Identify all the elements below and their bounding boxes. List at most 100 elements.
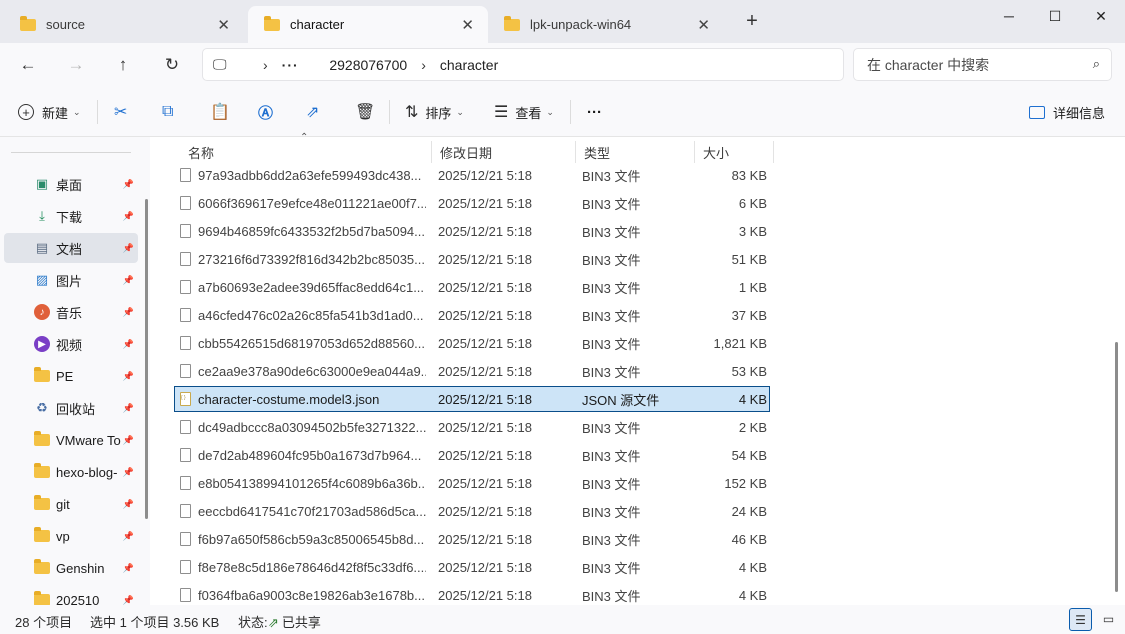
sidebar-item[interactable]: ▶ 视频 📌 bbox=[4, 329, 138, 359]
tab-lpk-unpack-win64[interactable]: lpk-unpack-win64 ✕ bbox=[488, 6, 724, 43]
file-row[interactable]: cbb55426515d68197053d652d88560... 2025/12… bbox=[174, 330, 770, 356]
search-input[interactable]: 在 character 中搜索 bbox=[867, 55, 989, 75]
sidebar-item[interactable]: PE 📌 bbox=[4, 361, 138, 391]
sort-button[interactable]: ⇅ 排序 ⌄ bbox=[405, 87, 464, 137]
file-name: eeccbd6417541c70f21703ad586d5ca... bbox=[198, 503, 426, 519]
tab-source[interactable]: source ✕ bbox=[4, 6, 244, 43]
pin-icon[interactable]: 📌 bbox=[123, 179, 134, 190]
column-header-size[interactable]: 大小 bbox=[694, 141, 774, 163]
sidebar-item[interactable]: ♻ 回收站 📌 bbox=[4, 393, 138, 423]
refresh-button[interactable]: ↻ bbox=[159, 53, 185, 77]
pin-icon[interactable]: 📌 bbox=[123, 499, 134, 510]
column-header-type[interactable]: 类型 bbox=[575, 141, 694, 163]
forward-button[interactable]: → bbox=[63, 53, 89, 77]
sidebar-item-label: 图片 bbox=[56, 273, 83, 289]
pin-icon[interactable]: 📌 bbox=[123, 595, 134, 606]
file-row[interactable]: f6b97a650f586cb59a3c85006545b8d... 2025/1… bbox=[174, 526, 770, 552]
copy-button[interactable]: ⧉ bbox=[162, 87, 173, 137]
file-date: 2025/12/21 5:18 bbox=[438, 167, 532, 183]
pin-icon[interactable]: 📌 bbox=[123, 403, 134, 414]
search-icon[interactable]: ⌕ bbox=[1093, 56, 1100, 72]
sidebar-item[interactable]: vp 📌 bbox=[4, 521, 138, 551]
pin-icon[interactable]: 📌 bbox=[123, 563, 134, 574]
share-button[interactable]: ⇗ bbox=[306, 87, 319, 137]
more-button[interactable]: ··· bbox=[587, 87, 602, 137]
cut-button[interactable]: ✂ bbox=[114, 87, 127, 137]
column-header-name[interactable]: 名称 bbox=[180, 141, 432, 163]
search-box[interactable]: 在 character 中搜索 ⌕ bbox=[853, 48, 1112, 81]
file-row[interactable]: 273216f6d73392f816d342b2bc85035... 2025/1… bbox=[174, 246, 770, 272]
file-row[interactable]: ce2aa9e378a90de6c63000e9ea044a9... 2025/1… bbox=[174, 358, 770, 384]
file-size: 54 KB bbox=[731, 447, 767, 463]
new-tab-button[interactable]: + bbox=[740, 10, 764, 33]
file-row[interactable]: 9694b46859fc6433532f2b5d7ba5094... 2025/1… bbox=[174, 218, 770, 244]
breadcrumb-segment[interactable]: character bbox=[440, 57, 498, 73]
delete-button[interactable]: 🗑 bbox=[355, 87, 375, 137]
pin-icon[interactable]: 📌 bbox=[123, 243, 134, 254]
file-row[interactable]: 97a93adbb6dd2a63efe599493dc438... 2025/12… bbox=[174, 162, 770, 188]
sidebar-item[interactable]: ▤ 文档 📌 bbox=[4, 233, 138, 263]
computer-icon[interactable]: 🖵 bbox=[213, 56, 231, 73]
file-size: 53 KB bbox=[731, 363, 767, 379]
pin-icon[interactable]: 📌 bbox=[123, 371, 134, 382]
file-size: 2 KB bbox=[738, 419, 767, 435]
sidebar-item[interactable]: hexo-blog- 📌 bbox=[4, 457, 138, 487]
file-type: JSON 源文件 bbox=[582, 392, 660, 408]
sort-icon: ⇅ bbox=[405, 104, 419, 121]
pin-icon[interactable]: 📌 bbox=[123, 307, 134, 318]
file-row[interactable]: a46cfed476c02a26c85fa541b3d1ad0... 2025/1… bbox=[174, 302, 770, 328]
close-icon[interactable]: ✕ bbox=[697, 16, 710, 34]
sidebar-item[interactable]: ▣ 桌面 📌 bbox=[4, 169, 138, 199]
sidebar-item[interactable]: ⤓ 下载 📌 bbox=[4, 201, 138, 231]
pin-icon[interactable]: 📌 bbox=[123, 467, 134, 478]
sidebar-scrollbar[interactable] bbox=[145, 199, 148, 519]
minimize-button[interactable]: ─ bbox=[986, 4, 1032, 28]
pin-icon[interactable]: 📌 bbox=[123, 211, 134, 222]
file-list-scrollbar[interactable] bbox=[1115, 342, 1118, 592]
pin-icon[interactable]: 📌 bbox=[123, 435, 134, 446]
pin-icon[interactable]: 📌 bbox=[123, 339, 134, 350]
rename-button[interactable]: Ⓐ bbox=[258, 87, 273, 137]
column-header-date[interactable]: 修改日期 bbox=[431, 141, 575, 163]
file-icon bbox=[180, 252, 191, 266]
paste-button[interactable]: 📋 bbox=[210, 87, 230, 137]
sidebar-item[interactable]: ♪ 音乐 📌 bbox=[4, 297, 138, 327]
up-button[interactable]: ↑ bbox=[110, 53, 136, 77]
sidebar-item[interactable]: VMware To 📌 bbox=[4, 425, 138, 455]
breadcrumb-segment[interactable]: 2928076700 bbox=[329, 57, 407, 73]
pin-icon[interactable]: 📌 bbox=[123, 531, 134, 542]
sidebar-item[interactable]: 202510 📌 bbox=[4, 585, 138, 605]
tiles-view-button[interactable]: ▭ bbox=[1097, 608, 1120, 631]
file-type: BIN3 文件 bbox=[582, 336, 641, 352]
breadcrumb-overflow[interactable]: ··· bbox=[282, 57, 299, 73]
file-row[interactable]: f8e78e8c5d186e78646d42f8f5c33df6.... 2025… bbox=[174, 554, 770, 580]
file-row[interactable]: a7b60693e2adee39d65ffac8edd64c1... 2025/1… bbox=[174, 274, 770, 300]
file-row[interactable]: dc49adbccc8a03094502b5fe3271322... 2025/1… bbox=[174, 414, 770, 440]
close-icon[interactable]: ✕ bbox=[217, 16, 230, 34]
file-row[interactable]: character-costume.model3.json 2025/12/21 … bbox=[174, 386, 770, 412]
file-row[interactable]: 6066f369617e9efce48e011221ae00f7.... 2025… bbox=[174, 190, 770, 216]
new-button[interactable]: + 新建 ⌄ bbox=[18, 87, 81, 137]
file-date: 2025/12/21 5:18 bbox=[438, 531, 532, 547]
pin-icon[interactable]: 📌 bbox=[123, 275, 134, 286]
chevron-right-icon[interactable]: › bbox=[263, 57, 268, 73]
details-pane-button[interactable]: 详细信息 bbox=[1029, 87, 1105, 137]
file-row[interactable]: e8b054138994101265f4c6089b6a36b... 2025/1… bbox=[174, 470, 770, 496]
maximize-button[interactable]: ☐ bbox=[1032, 4, 1078, 28]
file-row[interactable]: eeccbd6417541c70f21703ad586d5ca... 2025/1… bbox=[174, 498, 770, 524]
sidebar-item-label: Genshin bbox=[56, 560, 105, 576]
close-window-button[interactable]: ✕ bbox=[1078, 4, 1124, 28]
close-icon[interactable]: ✕ bbox=[461, 16, 474, 34]
view-button[interactable]: ☰ 查看 ⌄ bbox=[494, 87, 554, 137]
sidebar-item[interactable]: Genshin 📌 bbox=[4, 553, 138, 583]
back-button[interactable]: ← bbox=[15, 53, 41, 77]
sidebar-item[interactable]: ▨ 图片 📌 bbox=[4, 265, 138, 295]
tab-character[interactable]: character ✕ bbox=[248, 6, 488, 43]
file-row[interactable]: de7d2ab489604fc95b0a1673d7b964... 2025/12… bbox=[174, 442, 770, 468]
address-bar[interactable]: 🖵 › ··· › 2928076700 › character bbox=[202, 48, 844, 81]
details-view-button[interactable]: ☰ bbox=[1069, 608, 1092, 631]
chevron-right-icon[interactable]: › bbox=[421, 57, 426, 73]
sidebar-item[interactable]: git 📌 bbox=[4, 489, 138, 519]
folder-icon bbox=[264, 15, 280, 31]
file-date: 2025/12/21 5:18 bbox=[438, 587, 532, 603]
